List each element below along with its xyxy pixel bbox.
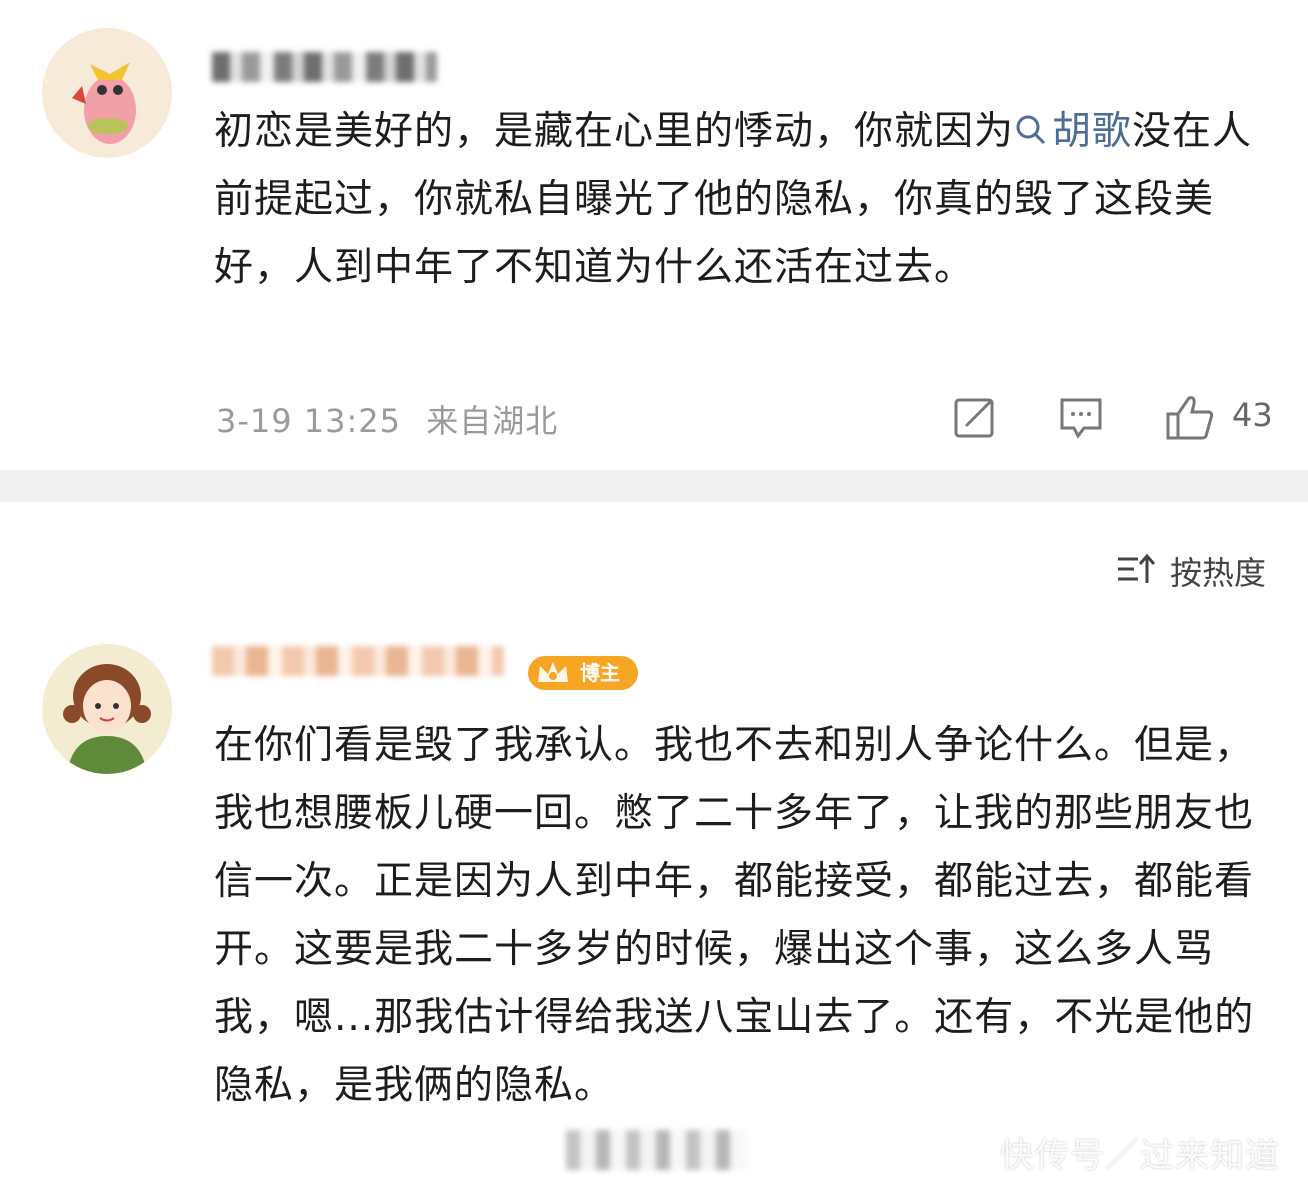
username-redacted[interactable] (212, 646, 504, 676)
avatar[interactable] (42, 28, 172, 158)
redacted-area (566, 1130, 746, 1170)
crown-icon (538, 662, 568, 682)
watermark: 快传号／过来知道 (1000, 1136, 1280, 1176)
forward-icon[interactable] (952, 394, 998, 440)
badge-label: 博主 (580, 661, 620, 685)
like-icon[interactable] (1165, 394, 1215, 440)
search-icon (1016, 115, 1046, 145)
timestamp: 3-19 13:25 (216, 402, 402, 440)
comment-meta: 3-19 13:25 来自湖北 (216, 396, 558, 442)
reply-icon[interactable] (1058, 394, 1104, 440)
sort-icon[interactable] (1116, 553, 1156, 587)
author-reply-text: 在你们看是毁了我承认。我也不去和别人争论什么。但是，我也想腰板儿硬一回。憋了二十… (214, 723, 1255, 1108)
comment-text: 初恋是美好的，是藏在心里的悸动，你就因为 胡歌没在人前提起过，你就私自曝光了他的隐… (214, 98, 1274, 302)
sort-button[interactable]: 按热度 (1170, 548, 1266, 594)
topic-link[interactable]: 胡歌 (1014, 109, 1132, 154)
avatar[interactable] (42, 644, 172, 774)
author-badge: 博主 (528, 656, 638, 690)
comment-text-before: 初恋是美好的，是藏在心里的悸动，你就因为 (214, 109, 1015, 154)
section-divider (0, 470, 1308, 502)
topic-link-label: 胡歌 (1052, 109, 1133, 154)
comment-card-1: 初恋是美好的，是藏在心里的悸动，你就因为 胡歌没在人前提起过，你就私自曝光了他的隐… (0, 0, 1308, 470)
location: 来自湖北 (426, 402, 559, 440)
username-redacted[interactable] (212, 52, 437, 82)
like-count: 43 (1232, 396, 1273, 434)
